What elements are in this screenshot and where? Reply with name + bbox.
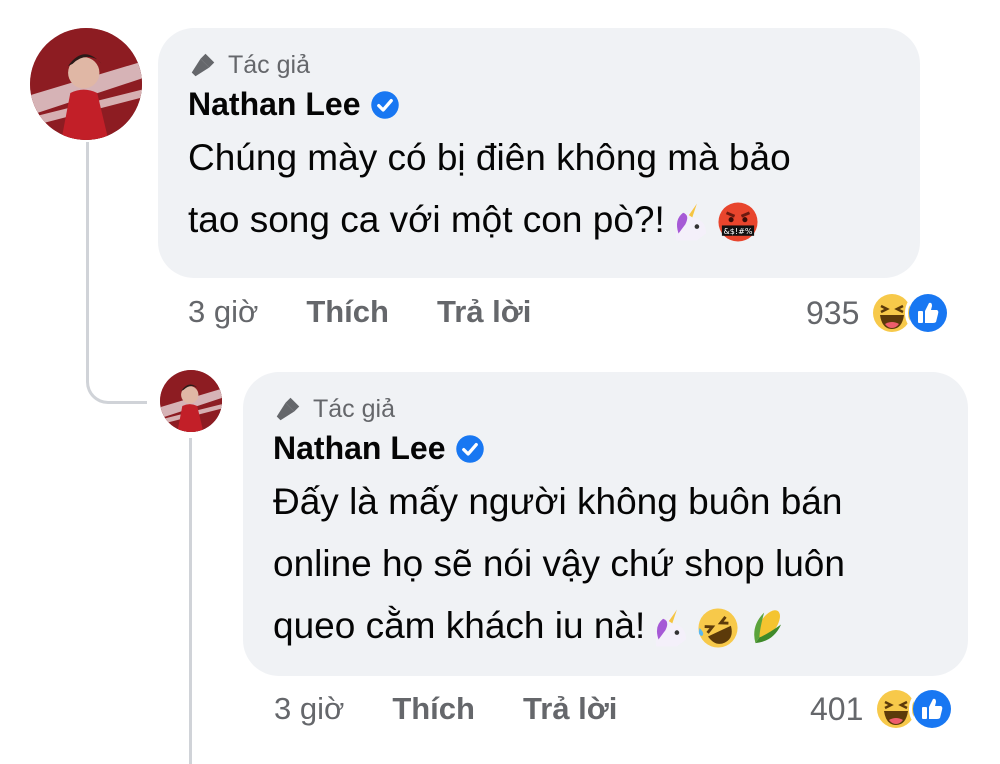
comment-text: Chúng mày có bị điên không mà bảo tao so… — [188, 127, 890, 251]
microphone-icon — [276, 397, 300, 421]
comment-text-line-2: tao song ca với một con pò?! &$!#% — [188, 189, 890, 251]
comment-text-line-3: queo cằm khách iu nà! — [273, 595, 938, 657]
reply-bubble: Tác giả Nathan Lee Đấy là mấy người khôn… — [243, 372, 968, 676]
author-tag-label: Tác giả — [228, 50, 310, 79]
corn-emoji — [754, 610, 782, 644]
verified-badge-icon — [371, 90, 400, 119]
svg-text:&$!#%: &$!#% — [723, 227, 752, 236]
like-button[interactable]: Thích — [392, 691, 475, 727]
commenter-name[interactable]: Nathan Lee — [188, 86, 360, 123]
reaction-summary[interactable]: 401 — [810, 686, 956, 732]
verified-badge-icon — [456, 434, 485, 463]
thread-line-reply — [189, 438, 192, 764]
like-button[interactable]: Thích — [306, 294, 389, 330]
comment-bubble: Tác giả Nathan Lee Chúng mày có bị điên … — [158, 28, 920, 278]
swearing-face-emoji: &$!#% — [718, 202, 758, 242]
avatar[interactable] — [30, 28, 142, 140]
author-tag-label: Tác giả — [313, 394, 395, 423]
avatar-photo — [160, 370, 222, 432]
author-tag: Tác giả — [188, 50, 890, 80]
unicorn-emoji — [656, 609, 687, 647]
comment-text-line-2: online họ sẽ nói vậy chứ shop luôn — [273, 543, 845, 584]
comment-timestamp[interactable]: 3 giờ — [274, 691, 344, 727]
thread-line-elbow — [86, 355, 147, 404]
comment-text-line: Đấy là mấy người không buôn bán — [273, 481, 843, 522]
comment-timestamp[interactable]: 3 giờ — [188, 294, 258, 330]
like-reaction-icon — [909, 686, 956, 732]
comment-text-line: Chúng mày có bị điên không mà bảo — [188, 137, 791, 178]
avatar-photo — [30, 28, 142, 140]
commenter-name[interactable]: Nathan Lee — [273, 430, 445, 467]
rofl-emoji — [698, 608, 738, 648]
like-reaction-icon — [905, 290, 952, 336]
reaction-count: 401 — [810, 690, 864, 727]
reply-button[interactable]: Trả lời — [523, 691, 617, 727]
reaction-count: 935 — [806, 294, 860, 331]
microphone-icon — [191, 53, 215, 77]
reply-avatar[interactable] — [160, 370, 222, 432]
thread-line-main — [86, 142, 89, 360]
reply-button[interactable]: Trả lời — [437, 294, 531, 330]
reaction-summary[interactable]: 935 — [806, 290, 952, 336]
unicorn-emoji — [675, 203, 706, 241]
author-tag: Tác giả — [273, 394, 938, 424]
comment-text: Đấy là mấy người không buôn bán online h… — [273, 471, 938, 657]
